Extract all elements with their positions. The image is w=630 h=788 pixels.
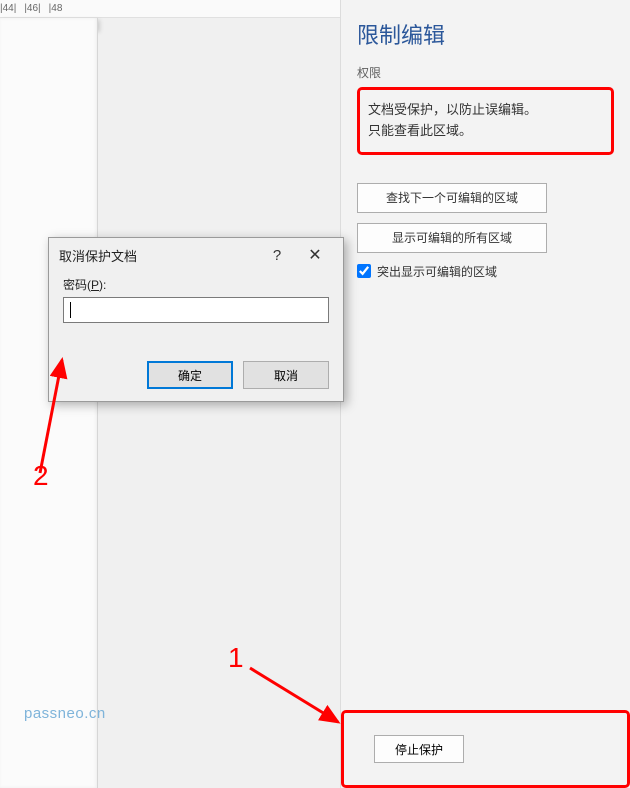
dialog-title: 取消保护文档 xyxy=(59,246,259,265)
restrict-editing-panel: 限制编辑 权限 文档受保护，以防止误编辑。 只能查看此区域。 查找下一个可编辑的… xyxy=(340,0,630,788)
ok-button[interactable]: 确定 xyxy=(147,361,233,389)
password-input[interactable] xyxy=(63,297,329,323)
dialog-titlebar[interactable]: 取消保护文档 ? ✕ xyxy=(49,238,343,272)
find-next-editable-button[interactable]: 查找下一个可编辑的区域 xyxy=(357,183,547,213)
ruler-mark: |44| xyxy=(0,3,16,14)
watermark-text: passneo.cn xyxy=(24,705,106,722)
annotation-number-2: 2 xyxy=(33,460,49,492)
protection-info-box: 文档受保护，以防止误编辑。 只能查看此区域。 xyxy=(357,87,614,155)
show-all-editable-button[interactable]: 显示可编辑的所有区域 xyxy=(357,223,547,253)
help-icon[interactable]: ? xyxy=(259,247,295,264)
annotation-number-1: 1 xyxy=(228,642,244,674)
unprotect-dialog: 取消保护文档 ? ✕ 密码(P): 确定 取消 xyxy=(48,237,344,402)
panel-title: 限制编辑 xyxy=(357,18,614,50)
ruler-mark: |46| xyxy=(24,3,40,14)
highlight-checkbox-row[interactable]: 突出显示可编辑的区域 xyxy=(357,263,614,280)
ruler-mark: |48 xyxy=(49,3,63,14)
ruler: |44| |46| |48 xyxy=(0,0,340,18)
cancel-button[interactable]: 取消 xyxy=(243,361,329,389)
panel-subheader: 权限 xyxy=(357,64,614,81)
stop-protection-button[interactable]: 停止保护 xyxy=(374,735,464,763)
password-label: 密码(P): xyxy=(63,276,329,293)
highlight-checkbox-label: 突出显示可编辑的区域 xyxy=(377,263,497,280)
info-text-line: 只能查看此区域。 xyxy=(368,121,603,142)
info-text-line: 文档受保护，以防止误编辑。 xyxy=(368,100,603,121)
close-icon[interactable]: ✕ xyxy=(295,245,335,265)
document-area[interactable] xyxy=(0,18,98,788)
stop-protection-callout: 停止保护 xyxy=(341,710,630,788)
text-cursor xyxy=(70,302,71,318)
highlight-checkbox[interactable] xyxy=(357,264,371,278)
